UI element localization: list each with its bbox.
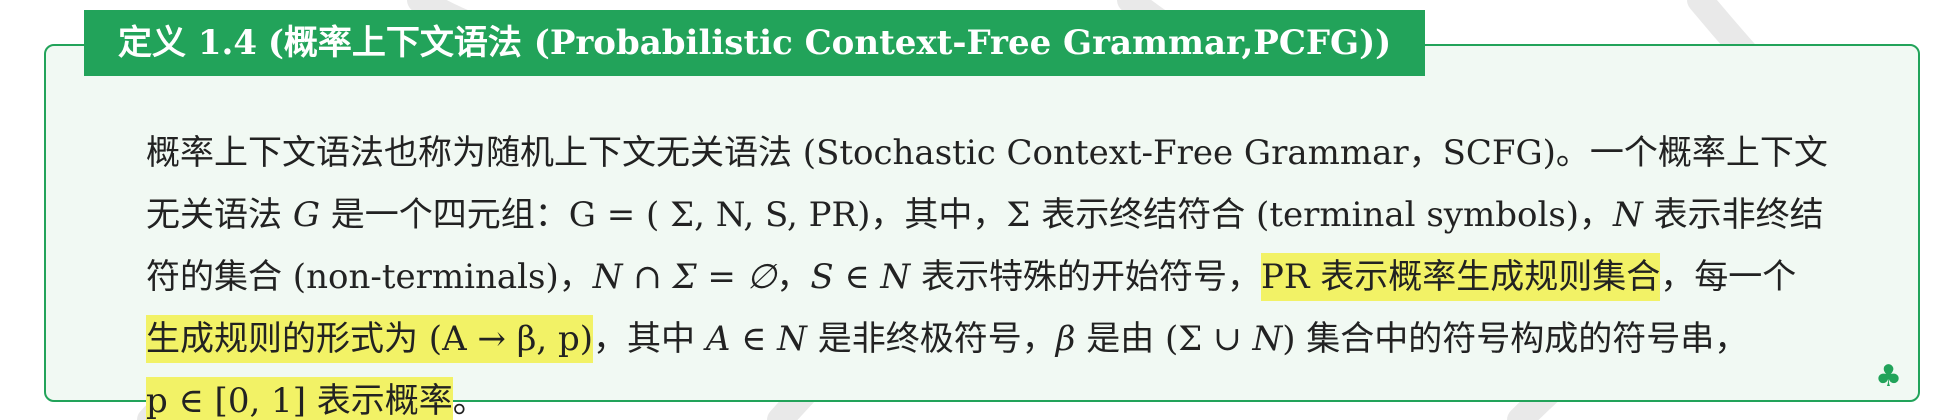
line-text: ，	[776, 257, 811, 297]
line-text: 表示非终结	[1642, 195, 1824, 235]
definition-title: (概率上下文语法 (Probabilistic Context-Free Gra…	[267, 23, 1392, 63]
definition-header: 定义 1.4 (概率上下文语法 (Probabilistic Context-F…	[84, 10, 1426, 76]
line-text: ，每一个	[1660, 257, 1797, 297]
math-symbol: G	[292, 195, 320, 235]
highlighted-text: PR 表示概率生成规则集合	[1261, 253, 1661, 301]
definition-number: 定义 1.4	[118, 23, 257, 63]
definition-box: 概率上下文语法也称为随机上下文无关语法 (Stochastic Context-…	[44, 44, 1920, 420]
definition-line-4: 生成规则的形式为 (A → β, p)，其中 A ∈ N 是非终极符号，β 是由…	[146, 314, 1748, 364]
math-symbol: β	[1055, 319, 1076, 359]
math-expression: A ∈ N	[705, 319, 807, 359]
line-text: 是非终极符号，	[806, 319, 1056, 359]
line-text: 是一个四元组：G = ( Σ, N, S, PR)，其中，Σ 表示终结符合 (t…	[319, 195, 1614, 235]
math-expression: S ∈ N	[810, 257, 911, 297]
definition-line-2: 无关语法 G 是一个四元组：G = ( Σ, N, S, PR)，其中，Σ 表示…	[146, 190, 1824, 240]
line-text: 无关语法	[146, 195, 293, 235]
math-symbol: N	[1613, 195, 1643, 235]
line-text: 符的集合 (non-terminals)，	[146, 257, 593, 297]
highlighted-text: p ∈ [0, 1] 表示概率	[146, 377, 453, 420]
club-icon: ♣	[1875, 359, 1902, 394]
line-text: 概率上下文语法也称为随机上下文无关语法 (Stochastic Context-…	[146, 133, 1828, 173]
line-text: 表示特殊的开始符号，	[910, 257, 1261, 297]
math-expression: N ∩ Σ = ∅	[592, 257, 777, 297]
line-text: ，其中	[593, 319, 706, 359]
line-text: ) 集合中的符号构成的符号串，	[1282, 319, 1749, 359]
math-symbol: N	[1252, 319, 1283, 359]
highlighted-text: 生成规则的形式为 (A → β, p)	[146, 315, 594, 363]
definition-line-1: 概率上下文语法也称为随机上下文无关语法 (Stochastic Context-…	[146, 128, 1828, 178]
definition-line-5: p ∈ [0, 1] 表示概率。	[146, 376, 487, 420]
line-text: 。	[452, 381, 487, 420]
line-text: 是由 (Σ ∪	[1075, 319, 1253, 359]
definition-line-3: 符的集合 (non-terminals)，N ∩ Σ = ∅，S ∈ N 表示特…	[146, 252, 1796, 302]
